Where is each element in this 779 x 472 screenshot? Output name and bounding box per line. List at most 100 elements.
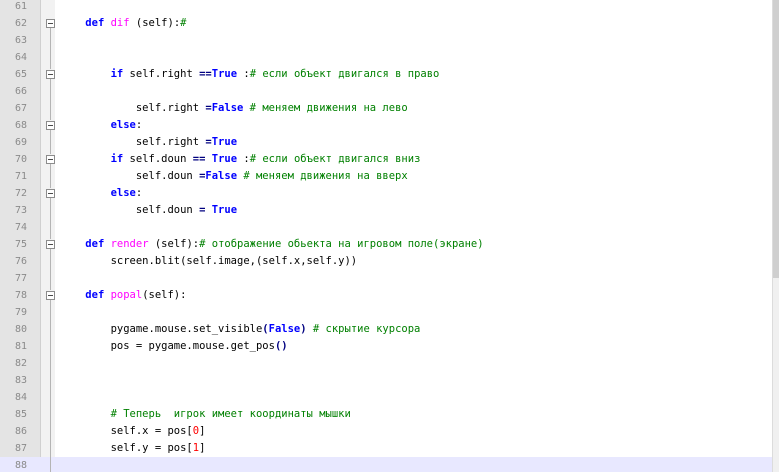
code-token: (self):: [148, 238, 200, 250]
code-token: True: [211, 153, 238, 165]
code-line[interactable]: 78 def popal(self):: [0, 287, 772, 304]
code-line[interactable]: 73 self.doun = True: [0, 202, 772, 219]
code-line[interactable]: 67 self.right =False # меняем движения н…: [0, 100, 772, 117]
fold-collapse-icon[interactable]: [46, 70, 55, 79]
code-text: else:: [60, 117, 143, 134]
code-line[interactable]: 84: [0, 389, 772, 406]
line-number: 76: [14, 256, 27, 267]
line-number: 85: [14, 409, 27, 420]
fold-guide-line: [50, 130, 51, 154]
line-number: 81: [14, 341, 27, 352]
code-line[interactable]: 75 def render (self):# отображение обьек…: [0, 236, 772, 253]
code-line[interactable]: 88: [0, 457, 772, 472]
code-token: ]: [199, 442, 206, 454]
code-token: (): [274, 340, 288, 352]
line-number: 73: [14, 205, 27, 216]
code-line[interactable]: 62 def dif (self):#: [0, 15, 772, 32]
code-token: ==: [199, 68, 212, 80]
line-number: 82: [14, 358, 27, 369]
code-token: :: [135, 187, 143, 199]
code-line[interactable]: 83: [0, 372, 772, 389]
code-line[interactable]: 79: [0, 304, 772, 321]
line-number: 83: [14, 375, 27, 386]
code-line[interactable]: 85 # Теперь игрок имеет координаты мышки: [0, 406, 772, 423]
code-token: (self):: [142, 289, 187, 301]
line-number: 79: [14, 307, 27, 318]
code-token: # если объект двигался вниз: [249, 153, 421, 165]
code-token: def: [85, 17, 105, 29]
fold-collapse-icon[interactable]: [46, 240, 55, 249]
code-line[interactable]: 66: [0, 83, 772, 100]
code-token: self.doun: [123, 153, 193, 165]
code-text: # Теперь игрок имеет координаты мышки: [60, 406, 351, 423]
code-line[interactable]: 65 if self.right ==True :# если объект д…: [0, 66, 772, 83]
code-line[interactable]: 72 else:: [0, 185, 772, 202]
code-line[interactable]: 77: [0, 270, 772, 287]
code-line[interactable]: 68 else:: [0, 117, 772, 134]
code-line[interactable]: 61: [0, 0, 772, 15]
line-number: 63: [14, 35, 27, 46]
code-token: True: [211, 204, 238, 216]
line-number: 62: [14, 18, 27, 29]
vertical-scrollbar[interactable]: [772, 0, 779, 472]
fold-collapse-icon[interactable]: [46, 19, 55, 28]
line-number: 67: [14, 103, 27, 114]
fold-guide-line: [50, 198, 51, 239]
line-number: 77: [14, 273, 27, 284]
code-token: True: [211, 68, 238, 80]
code-text: if self.right ==True :# если объект двиг…: [60, 66, 440, 83]
code-text: pygame.mouse.set_visible(False) # скрыти…: [60, 321, 421, 338]
code-token: # меняем движения на вверх: [243, 170, 408, 182]
fold-collapse-icon[interactable]: [46, 155, 55, 164]
code-token: if: [110, 68, 124, 80]
code-line[interactable]: 81 pos = pygame.mouse.get_pos(): [0, 338, 772, 355]
code-token: if: [110, 153, 124, 165]
line-number: 84: [14, 392, 27, 403]
fold-collapse-icon[interactable]: [46, 189, 55, 198]
code-token: self.y = pos[: [60, 442, 193, 454]
code-token: pos = pygame.mouse.get_pos: [60, 340, 275, 352]
code-line[interactable]: 80 pygame.mouse.set_visible(False) # скр…: [0, 321, 772, 338]
code-token: # скрытие курсора: [312, 323, 421, 335]
code-line[interactable]: 86 self.x = pos[0]: [0, 423, 772, 440]
code-token: self.right: [60, 136, 206, 148]
code-token: def: [85, 289, 105, 301]
code-line[interactable]: 63: [0, 32, 772, 49]
code-text: else:: [60, 185, 143, 202]
code-line[interactable]: 70 if self.doun == True :# если объект д…: [0, 151, 772, 168]
code-token: popal: [110, 289, 143, 301]
code-token: else: [110, 119, 136, 131]
code-line[interactable]: 71 self.doun =False # меняем движения на…: [0, 168, 772, 185]
code-line[interactable]: 87 self.y = pos[1]: [0, 440, 772, 457]
code-token: :: [237, 68, 250, 80]
code-line[interactable]: 82: [0, 355, 772, 372]
code-token: screen.blit(self.image,(self.x,self.y)): [60, 255, 358, 267]
code-line[interactable]: 74: [0, 219, 772, 236]
fold-guide-line: [50, 28, 51, 69]
line-number: 70: [14, 154, 27, 165]
code-token: def: [85, 238, 105, 250]
code-token: False: [268, 323, 301, 335]
code-line[interactable]: 76 screen.blit(self.image,(self.x,self.y…: [0, 253, 772, 270]
code-token: self.right: [60, 102, 206, 114]
fold-collapse-icon[interactable]: [46, 291, 55, 300]
fold-collapse-icon[interactable]: [46, 121, 55, 130]
line-number: 71: [14, 171, 27, 182]
code-text: self.doun = True: [60, 202, 237, 219]
code-line[interactable]: 64: [0, 49, 772, 66]
code-text: screen.blit(self.image,(self.x,self.y)): [60, 253, 358, 270]
line-number: 86: [14, 426, 27, 437]
line-number: 72: [14, 188, 27, 199]
line-number: 74: [14, 222, 27, 233]
code-token: True: [211, 136, 238, 148]
code-editor[interactable]: 61 62 def dif (self):# 63 64 65 if self.righ…: [0, 0, 779, 472]
code-line[interactable]: 69 self.right =True: [0, 134, 772, 151]
scrollbar-thumb[interactable]: [773, 0, 779, 278]
code-token: #: [180, 17, 187, 29]
code-token: :: [237, 153, 250, 165]
